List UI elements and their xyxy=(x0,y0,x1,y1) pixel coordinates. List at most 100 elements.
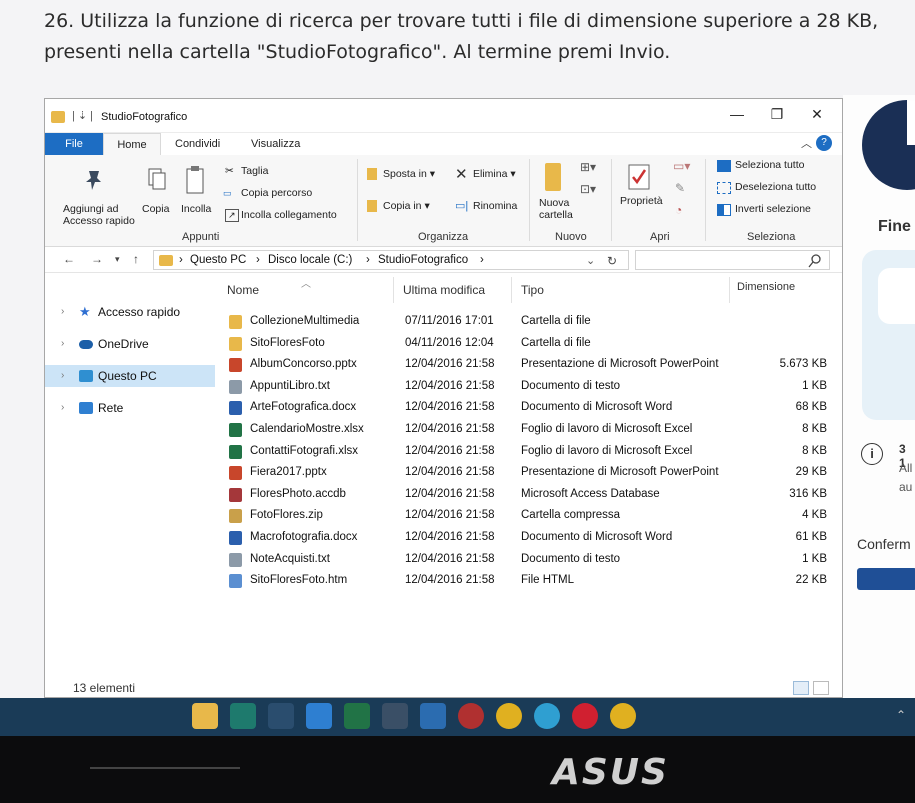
calculator-icon[interactable] xyxy=(382,703,408,729)
column-header-type[interactable]: Tipo xyxy=(521,283,544,297)
select-none-button[interactable]: Deseleziona tutto xyxy=(735,181,816,193)
tray-overflow-icon[interactable]: ⌃ xyxy=(896,708,906,722)
tab-file[interactable]: File xyxy=(45,133,103,155)
quick-access-toolbar[interactable]: | ⇣ | xyxy=(72,109,93,122)
maximize-button[interactable]: ❐ xyxy=(757,103,797,125)
nav-item-network[interactable]: › Rete xyxy=(45,397,215,419)
collapse-ribbon-icon[interactable]: ︿ xyxy=(801,135,812,151)
details-view-icon[interactable] xyxy=(793,681,809,695)
opera-icon[interactable] xyxy=(572,703,598,729)
invert-selection-button[interactable]: Inverti selezione xyxy=(735,203,811,215)
chevron-right-icon[interactable]: › xyxy=(61,397,64,419)
file-row[interactable]: AlbumConcorso.pptx 12/04/2016 21:58 Presen… xyxy=(217,354,837,375)
file-row[interactable]: SitoFloresFoto 04/11/2016 12:04 Cartella d… xyxy=(217,333,837,354)
pin-quick-access-button[interactable]: Aggiungi ad Accesso rapido xyxy=(63,203,135,227)
select-all-button[interactable]: Seleziona tutto xyxy=(735,159,804,171)
group-separator xyxy=(529,159,530,241)
tia-portal-icon[interactable] xyxy=(268,703,294,729)
edit-icon[interactable]: ✎ xyxy=(675,181,685,195)
fine-button[interactable]: Fine xyxy=(878,218,911,236)
help-icon[interactable]: ? xyxy=(816,135,832,151)
recent-locations-icon[interactable]: ▾ xyxy=(115,254,120,265)
file-row[interactable]: NoteAcquisti.txt 12/04/2016 21:58 Document… xyxy=(217,549,837,570)
breadcrumb-separator[interactable]: › xyxy=(179,254,183,266)
nav-item-onedrive[interactable]: › OneDrive xyxy=(45,333,215,355)
new-folder-button[interactable]: Nuova cartella xyxy=(539,197,573,221)
rename-button[interactable]: Rinomina xyxy=(473,200,517,212)
chrome-icon[interactable] xyxy=(496,703,522,729)
large-icons-view-icon[interactable] xyxy=(813,681,829,695)
search-input[interactable] xyxy=(635,250,830,270)
file-row[interactable]: FotoFlores.zip 12/04/2016 21:58 Cartella c… xyxy=(217,505,837,526)
breadcrumb-local-disk[interactable]: Disco locale (C:) xyxy=(268,254,352,266)
search-icon[interactable] xyxy=(807,253,823,269)
paste-link-icon: ↗ xyxy=(225,209,239,222)
history-icon[interactable]: ◔ xyxy=(675,203,682,217)
column-header-name[interactable]: Nome xyxy=(227,283,259,297)
file-row[interactable]: ArteFotografica.docx 12/04/2016 21:58 Docu… xyxy=(217,397,837,418)
nav-label: OneDrive xyxy=(98,337,149,351)
properties-button[interactable]: Proprietà xyxy=(620,195,663,207)
tab-home[interactable]: Home xyxy=(103,133,161,155)
nav-item-quick-access[interactable]: › ★ Accesso rapido xyxy=(45,301,215,323)
open-icon[interactable]: ▭▾ xyxy=(673,159,690,173)
info-text-line: au xyxy=(899,480,913,494)
breadcrumb-separator[interactable]: › xyxy=(366,254,370,266)
column-header-size[interactable]: Dimensione xyxy=(737,281,795,293)
tab-view[interactable]: Visualizza xyxy=(251,133,300,155)
publisher-icon[interactable] xyxy=(230,703,256,729)
tab-share[interactable]: Condividi xyxy=(175,133,220,155)
move-to-button[interactable]: Sposta in ▾ xyxy=(383,168,435,180)
breadcrumb-this-pc[interactable]: Questo PC xyxy=(190,254,246,266)
close-button[interactable]: ✕ xyxy=(797,103,837,125)
up-icon[interactable]: ↑ xyxy=(133,252,139,266)
cut-button[interactable]: Taglia xyxy=(241,165,268,177)
edge-icon[interactable] xyxy=(534,703,560,729)
excel-icon[interactable] xyxy=(344,703,370,729)
copy-path-button[interactable]: Copia percorso xyxy=(241,187,312,199)
file-row[interactable]: FloresPhoto.accdb 12/04/2016 21:58 Microso… xyxy=(217,484,837,505)
breadcrumb-separator[interactable]: › xyxy=(256,254,260,266)
breadcrumb-studiofotografico[interactable]: StudioFotografico xyxy=(378,254,468,266)
question-text: 26. Utilizza la funzione di ricerca per … xyxy=(44,10,879,63)
nero-icon[interactable] xyxy=(458,703,484,729)
easy-access-icon[interactable]: ⊡▾ xyxy=(580,182,596,196)
file-row[interactable]: CollezioneMultimedia 07/11/2016 17:01 Cart… xyxy=(217,311,837,332)
column-separator[interactable] xyxy=(393,277,394,303)
forward-icon[interactable]: → xyxy=(91,252,103,266)
address-bar[interactable]: › Questo PC › Disco locale (C:) › Studio… xyxy=(153,250,629,270)
chevron-right-icon[interactable]: › xyxy=(61,301,64,323)
refresh-icon[interactable]: ↻ xyxy=(607,254,617,268)
minimize-button[interactable]: — xyxy=(717,103,757,125)
file-row[interactable]: Macrofotografia.docx 12/04/2016 21:58 Docu… xyxy=(217,527,837,548)
delete-button[interactable]: Elimina ▾ xyxy=(473,168,516,180)
paste-button[interactable]: Incolla xyxy=(181,203,211,215)
address-dropdown-icon[interactable]: ⌄ xyxy=(586,254,595,267)
file-row[interactable]: CalendarioMostre.xlsx 12/04/2016 21:58 Fog… xyxy=(217,419,837,440)
teamviewer-icon[interactable] xyxy=(306,703,332,729)
file-row[interactable]: SitoFloresFoto.htm 12/04/2016 21:58 File H… xyxy=(217,570,837,591)
confirm-button[interactable] xyxy=(857,568,915,590)
nav-item-this-pc[interactable]: › Questo PC xyxy=(45,365,215,387)
copy-button[interactable]: Copia xyxy=(142,203,169,215)
copy-to-button[interactable]: Copia in ▾ xyxy=(383,200,430,212)
select-all-icon xyxy=(717,160,731,172)
column-separator[interactable] xyxy=(729,277,730,303)
chevron-right-icon[interactable]: › xyxy=(61,333,64,355)
breadcrumb-separator[interactable]: › xyxy=(480,254,484,266)
file-row[interactable]: Fiera2017.pptx 12/04/2016 21:58 Presentazi… xyxy=(217,462,837,483)
file-row[interactable]: AppuntiLibro.txt 12/04/2016 21:58 Document… xyxy=(217,376,837,397)
new-item-icon[interactable]: ⊞▾ xyxy=(580,160,596,174)
back-icon[interactable]: ← xyxy=(63,252,75,266)
store-icon[interactable] xyxy=(420,703,446,729)
file-explorer-icon[interactable] xyxy=(192,703,218,729)
column-separator[interactable] xyxy=(511,277,512,303)
file-row[interactable]: ContattiFotografi.xlsx 12/04/2016 21:58 Fo… xyxy=(217,441,837,462)
paste-shortcut-button[interactable]: Incolla collegamento xyxy=(241,209,337,221)
item-count: 13 elementi xyxy=(73,681,136,695)
chevron-right-icon[interactable]: › xyxy=(61,365,64,387)
file-type: Documento di testo xyxy=(521,552,621,565)
file-date: 12/04/2016 21:58 xyxy=(405,487,495,500)
column-header-date[interactable]: Ultima modifica xyxy=(403,283,485,297)
chrome-active-icon[interactable] xyxy=(610,703,636,729)
